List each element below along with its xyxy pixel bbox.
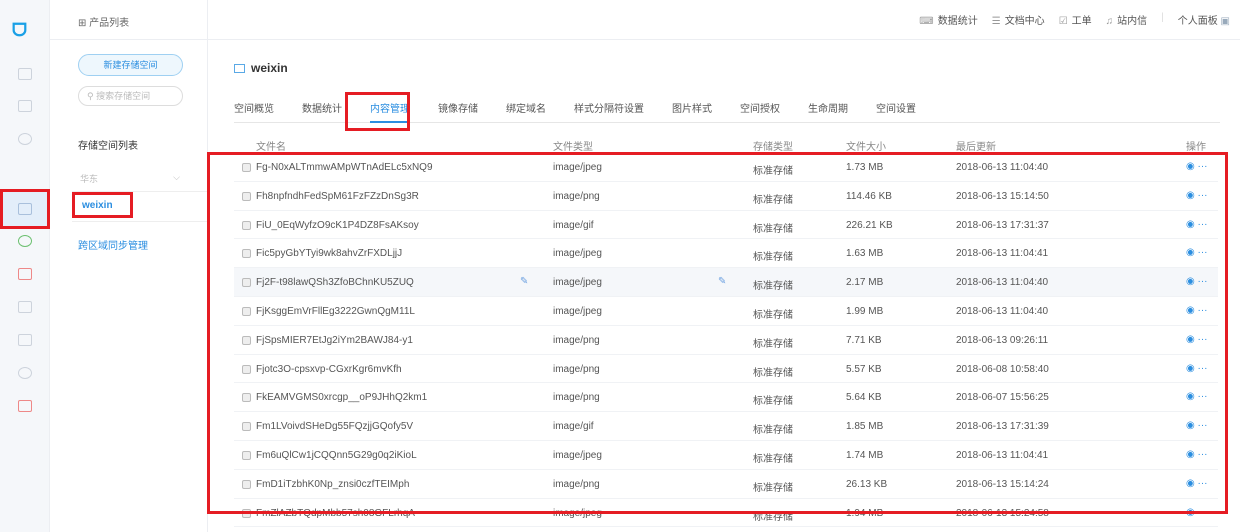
annotation-box	[0, 189, 50, 229]
bucket-search-input[interactable]: ⚲ 搜索存储空间	[78, 86, 183, 106]
video-icon[interactable]	[18, 400, 32, 412]
col-type: 文件类型	[553, 142, 593, 153]
col-storage: 存储类型	[753, 142, 793, 153]
cdn-icon[interactable]	[18, 235, 32, 247]
nav-label: 文档中心	[1004, 16, 1045, 27]
bell-icon: ♫	[1105, 16, 1114, 27]
title-text: weixin	[251, 61, 288, 75]
table-header: 文件名 文件类型 存储类型 文件大小 最后更新 操作	[234, 133, 1218, 153]
tab-6[interactable]: 图片样式	[672, 93, 712, 123]
page-title: weixin	[234, 61, 288, 75]
nav-stats[interactable]: ⌨ 数据统计	[919, 12, 977, 27]
nav-docs[interactable]: ☰ 文档中心	[992, 12, 1045, 27]
doc-icon: ☰	[991, 16, 1001, 27]
tab-8[interactable]: 生命周期	[808, 93, 848, 123]
annotation-box	[207, 152, 1228, 514]
col-actions: 操作	[1186, 142, 1206, 153]
nav-tickets[interactable]: ☑ 工单	[1059, 12, 1092, 27]
tab-1[interactable]: 数据统计	[302, 93, 342, 123]
tab-5[interactable]: 样式分隔符设置	[574, 93, 644, 123]
top-header: ⊞ 产品列表 ⌨ 数据统计 ☰ 文档中心 ☑ 工单 ♫ 站内信 | 个人面板 ▣	[50, 0, 1240, 40]
grid-icon[interactable]	[18, 334, 32, 346]
nav-messages[interactable]: ♫ 站内信	[1106, 12, 1148, 27]
cross-region-sync-link[interactable]: 跨区域同步管理	[78, 237, 148, 252]
col-size: 文件大小	[846, 142, 886, 153]
icon-rail: ᗜ	[0, 0, 50, 532]
tab-0[interactable]: 空间概览	[234, 93, 274, 123]
tab-9[interactable]: 空间设置	[876, 93, 916, 123]
search-placeholder: 搜索存储空间	[96, 91, 151, 101]
profile-label: 个人面板	[1177, 16, 1218, 27]
id-card-icon[interactable]	[18, 100, 32, 112]
tab-4[interactable]: 绑定域名	[506, 93, 546, 123]
tab-7[interactable]: 空间授权	[740, 93, 780, 123]
media-icon[interactable]	[18, 268, 32, 280]
nav-label: 工单	[1071, 16, 1092, 27]
settings-icon[interactable]	[18, 367, 32, 379]
chip-icon[interactable]	[18, 301, 32, 313]
col-updated: 最后更新	[956, 142, 996, 153]
annotation-box	[345, 92, 410, 131]
search-data-icon[interactable]	[18, 133, 32, 145]
divider: |	[1161, 12, 1164, 23]
annotation-box	[72, 192, 133, 218]
new-bucket-button[interactable]: 新建存储空间	[78, 54, 183, 76]
logo-icon: ᗜ	[12, 20, 27, 40]
bucket-sidebar	[50, 0, 208, 532]
chevron-down-icon: ⌵	[173, 172, 180, 182]
products-icon[interactable]	[18, 68, 32, 80]
region-dropdown[interactable]: 华东 ⌵	[80, 172, 180, 185]
nav-label: 站内信	[1117, 16, 1148, 27]
avatar-icon: ▣	[1220, 16, 1230, 27]
tab-3[interactable]: 镜像存储	[438, 93, 478, 123]
profile-menu[interactable]: 个人面板 ▣	[1178, 12, 1230, 27]
col-filename[interactable]: 文件名	[256, 138, 286, 153]
divider	[72, 221, 208, 222]
bucket-list-title: 存储空间列表	[78, 141, 138, 152]
search-icon: ⚲	[87, 91, 97, 101]
ticket-icon: ☑	[1058, 16, 1068, 27]
chart-icon: ⌨	[919, 16, 934, 27]
region-label: 华东	[80, 174, 99, 184]
nav-label: 数据统计	[937, 16, 978, 27]
bucket-icon	[234, 64, 245, 73]
